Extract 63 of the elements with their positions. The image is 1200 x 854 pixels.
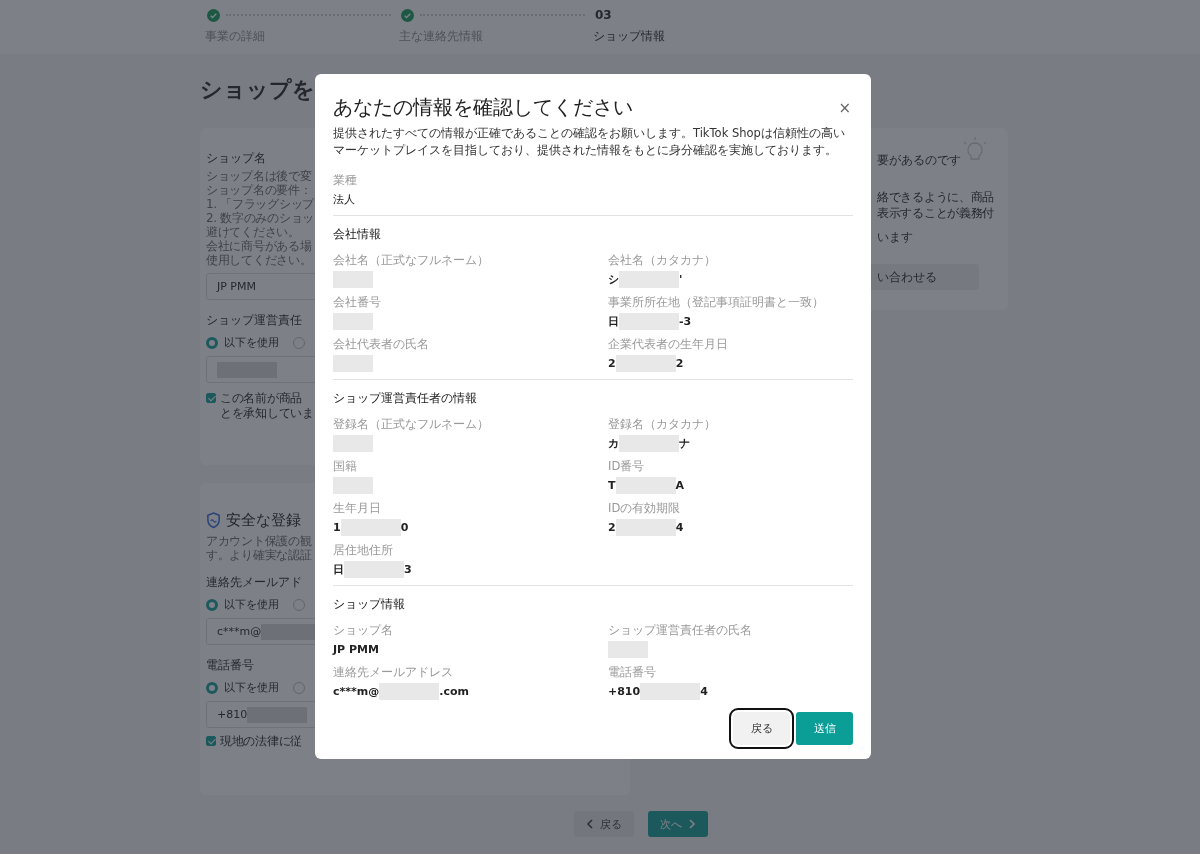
field-value: 2	[675, 356, 684, 370]
field-label: 企業代表者の生年月日	[608, 337, 729, 352]
radio-label: 以下を使用	[224, 335, 279, 350]
field-label: ショップ運営責任	[206, 312, 302, 329]
field-label: 電話番号	[206, 657, 254, 674]
help-title: 要があるのです	[877, 152, 961, 169]
help-text: 表示することが義務付	[877, 205, 994, 221]
field-label: 連絡先メールアド	[206, 574, 302, 591]
field-value: 4	[700, 684, 708, 698]
checkbox-label: この名前が商品	[220, 391, 303, 406]
field-label: 事業所所在地（登記事項証明書と一致）	[608, 295, 825, 310]
field-value: カ	[608, 435, 619, 451]
step-number: 03	[595, 8, 612, 22]
checkbox-label: とを承知していま	[220, 406, 314, 421]
field-value: 2	[608, 356, 616, 370]
radio-label: 以下を使用	[224, 597, 279, 612]
field-value: '	[679, 272, 683, 286]
field-label: 会社代表者の氏名	[333, 337, 430, 352]
field-label: 登録名（カタカナ）	[608, 417, 717, 432]
field-label: 電話番号	[608, 665, 657, 680]
field-value: T	[608, 478, 616, 492]
field-value: 3	[404, 562, 412, 576]
field-value: シ	[608, 271, 619, 287]
field-label: 国籍	[333, 459, 358, 474]
help-text: います	[877, 229, 913, 246]
field-value: .com	[439, 684, 469, 698]
checkbox-label: 現地の法律に従	[220, 734, 302, 749]
field-label: ショップ名	[206, 150, 266, 167]
field-value: 日	[333, 561, 344, 577]
field-label: 会社名（正式なフルネーム）	[333, 253, 490, 268]
field-value: A	[675, 478, 685, 492]
field-label: 生年月日	[333, 501, 382, 516]
field-label: ショップ運営責任者の氏名	[608, 623, 753, 638]
field-label: 連絡先メールアドレス	[333, 665, 454, 680]
field-value: 2	[608, 520, 616, 534]
field-label: 会社番号	[333, 295, 382, 310]
field-value: 法人	[333, 191, 355, 207]
field-label: 登録名（正式なフルネーム）	[333, 417, 490, 432]
field-value: c***m@	[333, 684, 380, 698]
section-heading: 会社情報	[333, 226, 382, 243]
field-label: 会社名（カタカナ）	[608, 253, 717, 268]
field-value: 1	[333, 520, 341, 534]
field-value: +810	[608, 684, 641, 698]
section-title: 安全な登録	[226, 511, 301, 530]
page-title: ショップを	[200, 76, 316, 104]
field-value: 4	[675, 520, 684, 534]
dialog-title: あなたの情報を確認してください	[333, 94, 633, 121]
field-label: IDの有効期限	[608, 501, 682, 516]
field-value: 日	[608, 313, 619, 329]
section-heading: ショップ運営責任者の情報	[333, 390, 478, 407]
field-label: 業種	[333, 173, 358, 188]
field-value: 0	[400, 520, 409, 534]
field-value: -3	[679, 314, 692, 328]
radio-label: 以下を使用	[224, 680, 279, 695]
field-value: JP PMM	[333, 642, 379, 656]
field-label: ID番号	[608, 459, 646, 474]
description-line: 避けてください。	[206, 225, 300, 239]
help-text: 絡できるように、商品	[877, 189, 994, 205]
section-heading: ショップ情報	[333, 596, 406, 613]
field-label: 居住地住所	[333, 543, 394, 558]
field-label: ショップ名	[333, 623, 394, 638]
dialog-description: 提供されたすべての情報が正確であることの確認をお願いします。TikTok Shopは信頼性の高いマーケットプレイスを目指しており、提供された情報をもとに身分確認を実施しております。	[333, 125, 846, 159]
field-value: ナ	[679, 435, 690, 451]
